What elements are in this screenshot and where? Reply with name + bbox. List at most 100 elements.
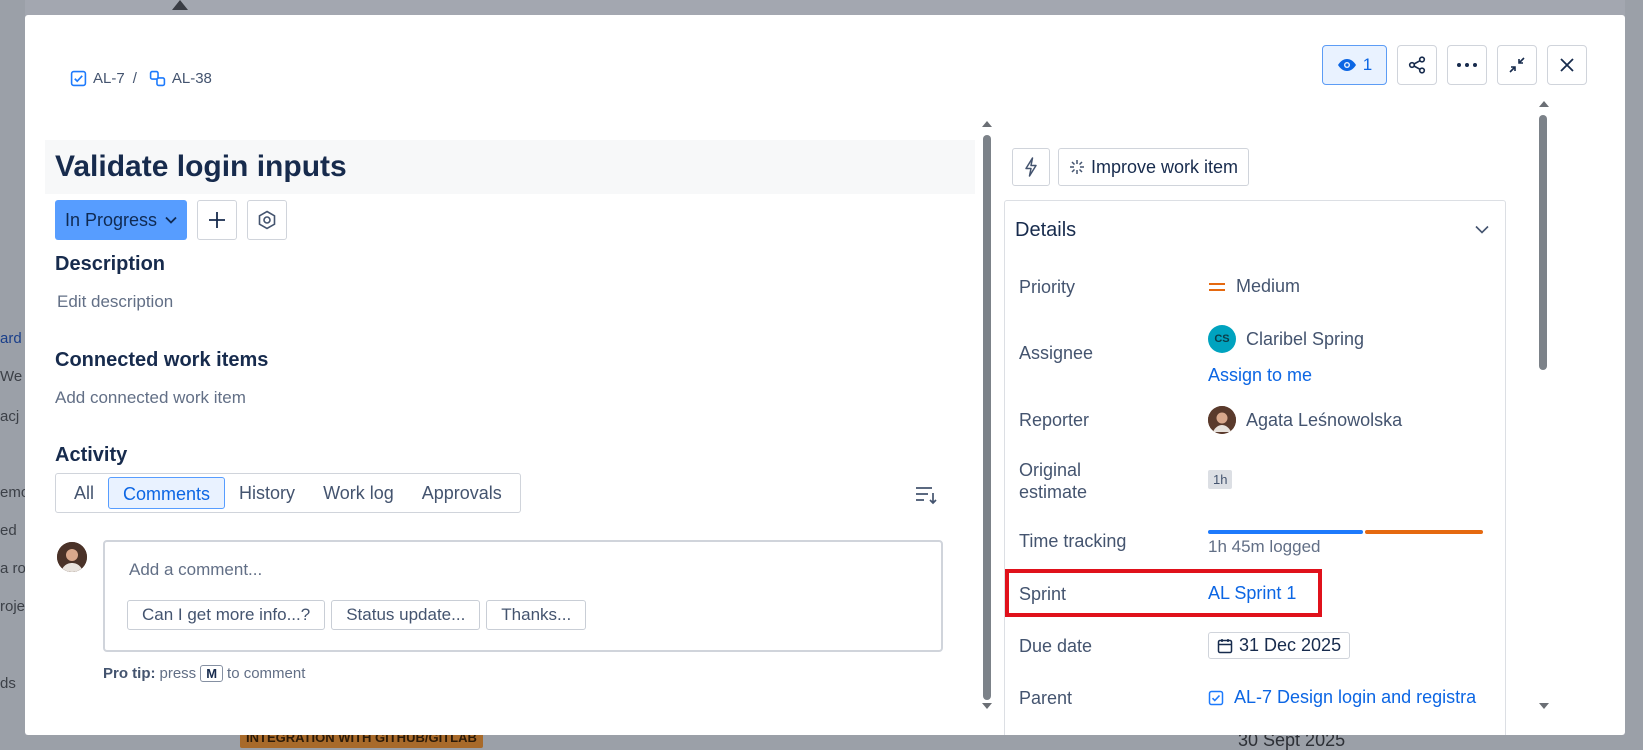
more-actions-button[interactable] <box>1447 45 1487 85</box>
original-estimate-label-line2: estimate <box>1019 482 1088 502</box>
watch-button[interactable]: 1 <box>1322 45 1387 85</box>
assignee-label: Assignee <box>1019 343 1094 363</box>
tab-approvals[interactable]: Approvals <box>408 477 516 509</box>
background-right-strip <box>1625 0 1643 750</box>
due-date-field[interactable]: 31 Dec 2025 <box>1208 632 1351 659</box>
time-tracking-label: Time tracking <box>1019 531 1127 551</box>
time-tracking-bar[interactable] <box>1208 530 1483 534</box>
protip-label: Pro tip: <box>103 665 156 682</box>
sprint-highlight-box <box>1005 569 1322 617</box>
priority-medium-icon <box>1209 282 1225 291</box>
reporter-name: Agata Leśnowolska <box>1246 409 1403 430</box>
lightning-icon <box>1025 157 1037 177</box>
pro-tip: Pro tip: press M to comment <box>103 665 305 682</box>
breadcrumb-parent-link[interactable]: AL-7 <box>93 70 125 87</box>
apps-button[interactable] <box>247 200 288 240</box>
tab-history[interactable]: History <box>225 477 309 509</box>
scroll-down-arrow-icon[interactable] <box>981 702 993 710</box>
eye-icon <box>1337 59 1356 71</box>
parent-label: Parent <box>1019 688 1073 708</box>
calendar-icon <box>1217 638 1233 653</box>
scroll-up-arrow-icon[interactable] <box>1538 100 1550 108</box>
original-estimate-value: 1h <box>1208 470 1233 489</box>
quick-reply-thanks[interactable]: Thanks... <box>486 600 587 630</box>
comment-editor[interactable]: Add a comment... Can I get more info...?… <box>103 540 943 652</box>
ai-actions: Improve work item <box>1012 148 1250 186</box>
quick-replies: Can I get more info...? Status update...… <box>127 600 587 630</box>
bg-sidebar-item: ed <box>0 522 17 539</box>
assignee-field[interactable]: CS Claribel Spring <box>1208 325 1364 353</box>
share-icon <box>1408 56 1426 74</box>
sort-icon[interactable] <box>915 485 937 505</box>
details-scrollbar[interactable] <box>1535 100 1549 710</box>
original-estimate-field[interactable]: 1h <box>1208 470 1233 489</box>
scroll-up-arrow-icon[interactable] <box>981 120 993 128</box>
top-actions: 1 <box>1322 45 1537 85</box>
automation-button[interactable] <box>1012 148 1050 186</box>
bg-sidebar-item: acj <box>0 408 20 425</box>
due-date-value: 31 Dec 2025 <box>1239 635 1342 655</box>
time-logged: 1h 45m logged <box>1208 537 1321 556</box>
priority-value: Medium <box>1236 276 1301 296</box>
main-scrollbar-thumb[interactable] <box>983 135 991 700</box>
quick-reply-status-update[interactable]: Status update... <box>331 600 481 630</box>
details-heading[interactable]: Details <box>1015 219 1076 242</box>
assign-to-me-link[interactable]: Assign to me <box>1208 365 1312 386</box>
collapse-icon <box>1509 57 1525 73</box>
scroll-down-arrow-icon[interactable] <box>1538 702 1550 710</box>
reporter-label: Reporter <box>1019 410 1090 430</box>
watch-count: 1 <box>1362 55 1373 74</box>
close-button[interactable] <box>1547 45 1587 85</box>
bg-sidebar-item: roje <box>0 598 26 615</box>
breadcrumb-separator: / <box>132 70 137 87</box>
main-column: Validate login inputs In Progress Descri… <box>45 120 1005 730</box>
details-column: Improve work item Details Priority Mediu… <box>1000 120 1590 735</box>
assignee-avatar: CS <box>1208 325 1236 353</box>
protip-press: press <box>159 665 197 682</box>
subtask-icon <box>149 70 166 87</box>
parent-field[interactable]: AL-7 Design login and registra <box>1208 687 1478 708</box>
issue-title[interactable]: Validate login inputs <box>45 140 975 194</box>
description-editor[interactable]: Edit description <box>57 292 173 312</box>
background-caret <box>172 0 188 10</box>
add-button[interactable] <box>197 200 238 240</box>
comment-placeholder[interactable]: Add a comment... <box>129 560 262 580</box>
share-button[interactable] <box>1397 45 1437 85</box>
reporter-avatar <box>1208 406 1236 434</box>
details-panel: Details Priority Medium Assignee CS Clar… <box>1004 200 1506 735</box>
parent-link[interactable]: AL-7 Design login and registra <box>1234 687 1476 708</box>
minimize-button[interactable] <box>1497 45 1537 85</box>
status-label: In Progress <box>65 209 158 230</box>
improve-label: Improve work item <box>1091 156 1239 177</box>
reporter-field[interactable]: Agata Leśnowolska <box>1208 406 1402 434</box>
priority-field[interactable]: Medium <box>1208 276 1300 297</box>
current-user-avatar <box>57 542 87 572</box>
hexagon-settings-icon <box>258 210 276 230</box>
improve-work-item-button[interactable]: Improve work item <box>1058 148 1250 186</box>
priority-label: Priority <box>1019 277 1076 297</box>
quick-reply-more-info[interactable]: Can I get more info...? <box>127 600 326 630</box>
add-connected-item[interactable]: Add connected work item <box>55 388 246 408</box>
bg-sidebar-item: We <box>0 368 23 385</box>
due-date-chip[interactable]: 31 Dec 2025 <box>1208 632 1351 659</box>
tab-comments[interactable]: Comments <box>108 477 226 509</box>
bg-sidebar-item: ard <box>0 330 22 347</box>
connected-heading: Connected work items <box>55 349 269 371</box>
sparkle-icon <box>1070 160 1084 174</box>
task-checkbox-icon <box>70 70 87 87</box>
description-heading: Description <box>55 253 166 275</box>
status-dropdown[interactable]: In Progress <box>55 200 188 240</box>
details-scrollbar-thumb[interactable] <box>1539 115 1547 370</box>
tab-work-log[interactable]: Work log <box>309 477 408 509</box>
issue-modal: AL-7 / AL-38 1 Validate login inputs In … <box>25 15 1625 735</box>
protip-suffix: to comment <box>227 665 306 682</box>
breadcrumb-current-link[interactable]: AL-38 <box>172 70 212 87</box>
main-scrollbar[interactable] <box>980 120 992 730</box>
assignee-name: Claribel Spring <box>1246 328 1365 349</box>
background-sidebar: ard We acj emo ed a ro roje ds <box>0 0 29 750</box>
task-checkbox-icon <box>1208 690 1224 705</box>
plus-icon <box>209 212 226 228</box>
chevron-down-icon[interactable] <box>1475 225 1489 234</box>
tab-all[interactable]: All <box>60 477 108 509</box>
chevron-down-icon <box>165 216 177 224</box>
